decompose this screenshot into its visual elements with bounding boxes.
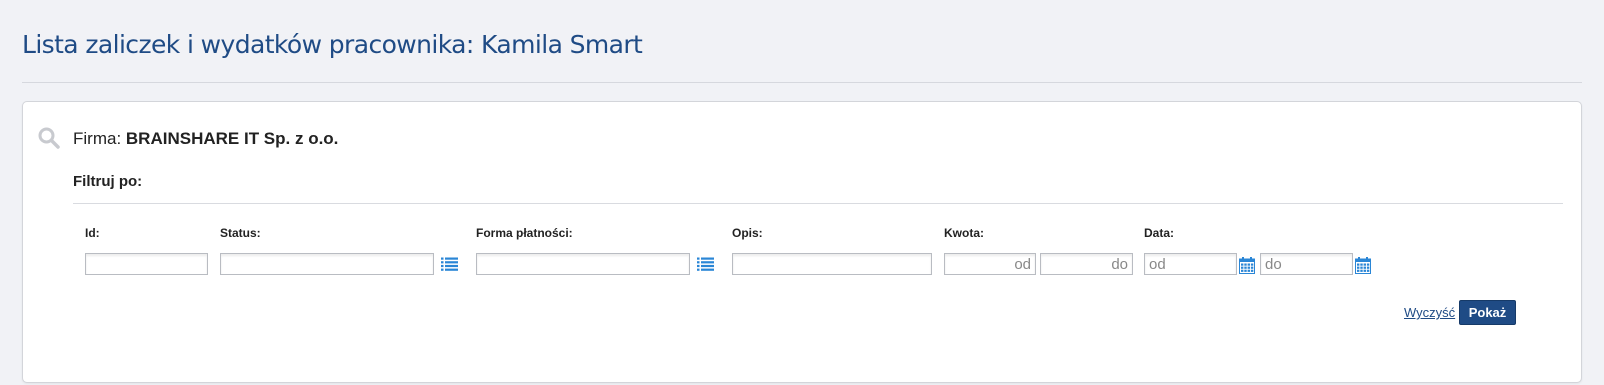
- filter-heading: Filtruj po:: [73, 173, 143, 190]
- show-button[interactable]: Pokaż: [1459, 300, 1516, 325]
- id-input[interactable]: [85, 253, 208, 275]
- company-name: BRAINSHARE IT Sp. z o.o.: [125, 129, 339, 148]
- date-to-input[interactable]: [1260, 253, 1353, 275]
- amount-to-input[interactable]: [1040, 253, 1133, 275]
- clear-link[interactable]: Wyczyść: [1404, 305, 1455, 320]
- description-input[interactable]: [732, 253, 932, 275]
- search-icon: [38, 127, 60, 149]
- page-title: Lista zaliczek i wydatków pracownika: Ka…: [22, 30, 643, 59]
- date-from-input[interactable]: [1144, 253, 1237, 275]
- amount-label: Kwota:: [944, 226, 984, 240]
- date-label: Data:: [1144, 226, 1175, 240]
- payment-form-list-icon[interactable]: [697, 257, 714, 271]
- date-from-calendar-icon[interactable]: [1239, 257, 1255, 274]
- filter-panel: Firma: BRAINSHARE IT Sp. z o.o. Filtruj …: [22, 101, 1582, 383]
- id-label: Id:: [85, 226, 100, 240]
- company-label: Firma:: [73, 129, 122, 148]
- payment-form-input[interactable]: [476, 253, 690, 275]
- status-list-icon[interactable]: [441, 257, 458, 271]
- filter-divider: [73, 203, 1563, 204]
- title-divider: [22, 82, 1582, 83]
- payment-form-label: Forma płatności:: [476, 226, 573, 240]
- amount-from-input[interactable]: [944, 253, 1036, 275]
- status-input[interactable]: [220, 253, 434, 275]
- company-line: Firma: BRAINSHARE IT Sp. z o.o.: [73, 129, 338, 149]
- status-label: Status:: [220, 226, 261, 240]
- description-label: Opis:: [732, 226, 763, 240]
- date-to-calendar-icon[interactable]: [1355, 257, 1371, 274]
